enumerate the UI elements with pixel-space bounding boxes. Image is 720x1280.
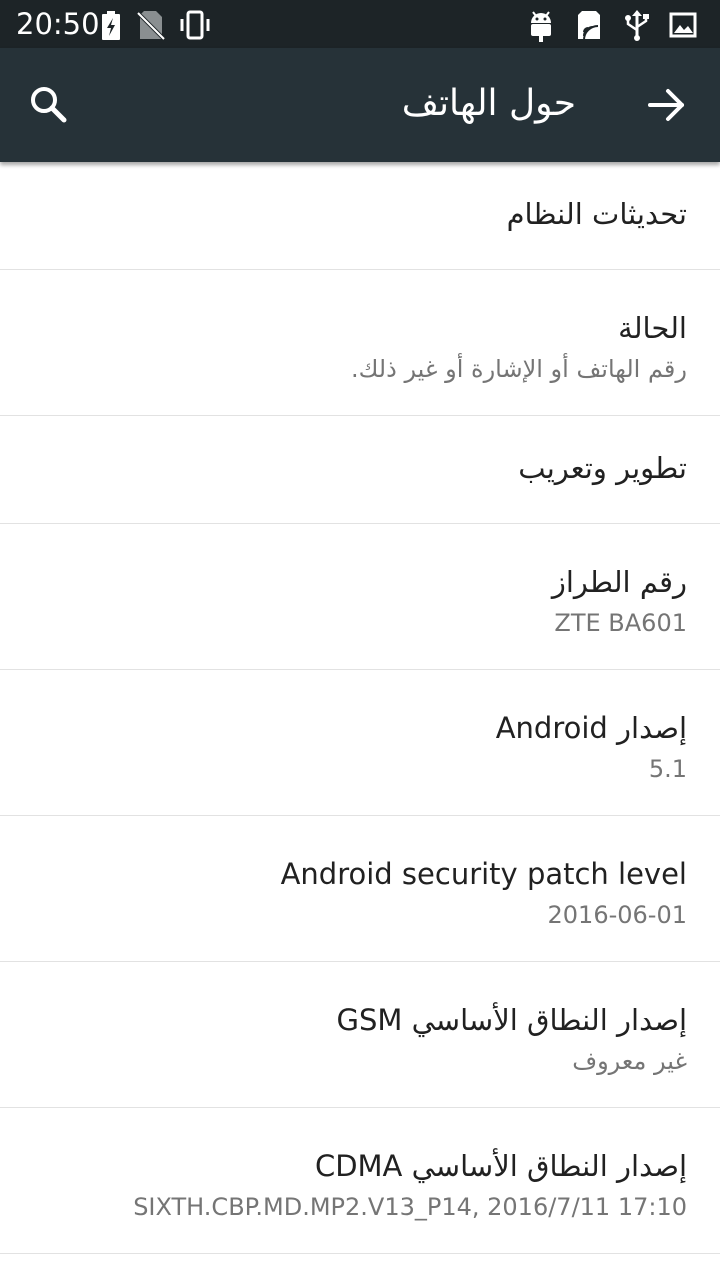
android-debug-icon xyxy=(531,11,551,42)
item-title: إصدار Android xyxy=(495,711,687,745)
settings-list: تحديثات النظام الحالة رقم الهاتف أو الإش… xyxy=(0,162,720,1254)
image-icon xyxy=(669,12,697,38)
item-title: رقم الطراز xyxy=(551,565,687,599)
list-item-status[interactable]: الحالة رقم الهاتف أو الإشارة أو غير ذلك. xyxy=(0,270,720,416)
item-summary: 2016-06-01 xyxy=(547,901,687,929)
sim-card-icon xyxy=(578,11,600,41)
item-title: الحالة xyxy=(618,311,687,345)
page-title: حول الهاتف xyxy=(401,83,576,124)
list-item-security-patch[interactable]: Android security patch level 2016-06-01 xyxy=(0,816,720,962)
search-icon[interactable] xyxy=(24,80,74,130)
item-title: إصدار النطاق الأساسي CDMA xyxy=(314,1149,687,1183)
item-title: تحديثات النظام xyxy=(506,197,687,231)
status-bar: 20:50 xyxy=(0,0,720,48)
battery-charging-icon xyxy=(102,11,120,40)
status-time: 20:50 xyxy=(16,7,100,41)
arrow-forward-icon[interactable] xyxy=(642,80,692,130)
item-title: إصدار النطاق الأساسي GSM xyxy=(336,1003,688,1037)
list-item-system-updates[interactable]: تحديثات النظام xyxy=(0,162,720,270)
no-sim-icon xyxy=(136,11,166,41)
item-summary: غير معروف xyxy=(572,1047,687,1075)
item-title: Android security patch level xyxy=(280,857,687,891)
vibrate-icon xyxy=(180,10,210,40)
item-title: تطوير وتعريب xyxy=(518,451,687,485)
list-item-model-number[interactable]: رقم الطراز ZTE BA601 xyxy=(0,524,720,670)
list-item-gsm-baseband[interactable]: إصدار النطاق الأساسي GSM غير معروف xyxy=(0,962,720,1108)
usb-icon xyxy=(625,10,649,41)
item-summary: SIXTH.CBP.MD.MP2.V13_P14, 2016/7/11 17:1… xyxy=(133,1193,687,1221)
item-summary: رقم الهاتف أو الإشارة أو غير ذلك. xyxy=(350,355,687,383)
item-summary: ZTE BA601 xyxy=(554,609,687,637)
list-item-development[interactable]: تطوير وتعريب xyxy=(0,416,720,524)
list-item-cdma-baseband[interactable]: إصدار النطاق الأساسي CDMA SIXTH.CBP.MD.M… xyxy=(0,1108,720,1254)
list-item-android-version[interactable]: إصدار Android 5.1 xyxy=(0,670,720,816)
app-bar: حول الهاتف xyxy=(0,48,720,162)
item-summary: 5.1 xyxy=(648,755,687,783)
